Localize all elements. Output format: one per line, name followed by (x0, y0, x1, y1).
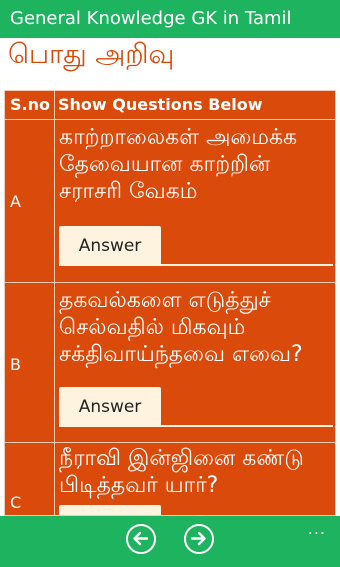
more-options-button[interactable]: ... (308, 519, 326, 538)
row-label: A (10, 192, 21, 211)
answer-button[interactable]: Answer (59, 387, 161, 427)
question-text: காற்றாலைகள் அமைக்க தேவையான காற்றின் சராச… (59, 125, 298, 204)
table-row: C நீராவி இன்ஜினை கண்டு பிடித்தவர் யார்? … (5, 443, 335, 515)
table-row: B தகவல்களை எடுத்துச் செல்வதில் மிகவும் ச… (5, 283, 335, 443)
table-row: A காற்றாலைகள் அமைக்க தேவையான காற்றின் சர… (5, 120, 335, 283)
table-header: S.no Show Questions Below (5, 91, 335, 120)
page-title: பொது அறிவு (8, 39, 175, 70)
answer-button[interactable]: Answer (59, 226, 161, 266)
header-questions: Show Questions Below (58, 95, 263, 114)
question-text: நீராவி இன்ஜினை கண்டு பிடித்தவர் யார்? (59, 446, 304, 498)
forward-button[interactable] (184, 524, 214, 554)
answer-button[interactable]: Answer (59, 505, 161, 515)
app-title: General Knowledge GK in Tamil (0, 0, 340, 38)
back-button[interactable] (126, 524, 156, 554)
question-text: தகவல்களை எடுத்துச் செல்வதில் மிகவும் சக்… (59, 288, 303, 367)
arrow-right-icon (190, 531, 206, 546)
row-label: B (10, 355, 21, 374)
answer-field: Answer (59, 505, 333, 515)
answer-field: Answer (59, 387, 333, 427)
header-sno: S.no (10, 95, 50, 114)
questions-table: S.no Show Questions Below A காற்றாலைகள் … (4, 90, 336, 516)
row-label: C (10, 493, 22, 512)
answer-field: Answer (59, 226, 333, 266)
arrow-left-icon (133, 531, 149, 546)
app-bar: ... (0, 516, 340, 567)
